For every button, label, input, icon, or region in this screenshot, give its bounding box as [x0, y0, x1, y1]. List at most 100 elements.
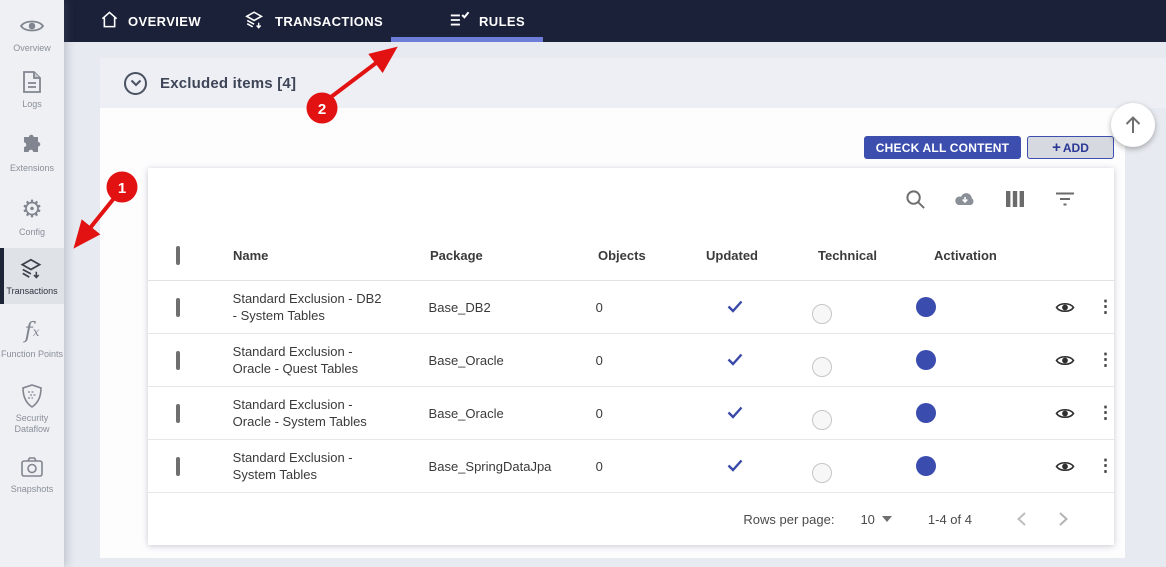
top-tab-bar: OVERVIEW TRANSACTIONS RULES: [64, 0, 1166, 42]
cell-objects: 0: [596, 300, 703, 315]
table-row[interactable]: Standard Exclusion - Oracle - Quest Tabl…: [148, 334, 1114, 387]
home-icon: [100, 10, 119, 32]
layers-icon: [244, 9, 266, 34]
sidebar-item-transactions[interactable]: Transactions: [0, 248, 64, 304]
pagination-range: 1-4 of 4: [928, 512, 972, 527]
checklist-icon: [448, 10, 470, 33]
eye-icon: [19, 13, 45, 39]
excluded-items-section-header: Excluded items [4]: [100, 58, 1166, 108]
kebab-menu-icon[interactable]: ⋮: [1097, 406, 1114, 420]
column-header-name: Name: [233, 248, 430, 263]
check-icon: [725, 463, 745, 478]
chevron-right-icon[interactable]: [1046, 511, 1080, 527]
sidebar-item-label: Snapshots: [11, 484, 54, 495]
filter-icon[interactable]: [1054, 188, 1076, 210]
cell-package: Base_Oracle: [429, 406, 596, 421]
check-icon: [725, 304, 745, 319]
table-row[interactable]: Standard Exclusion - System Tables Base_…: [148, 440, 1114, 493]
cloud-download-icon[interactable]: [954, 188, 976, 210]
kebab-menu-icon[interactable]: ⋮: [1097, 353, 1114, 367]
add-button-label: ADD: [1063, 141, 1089, 155]
tab-rules[interactable]: RULES: [448, 0, 525, 42]
plus-icon: +: [1052, 140, 1061, 155]
kebab-menu-icon[interactable]: ⋮: [1097, 300, 1114, 314]
tab-overview[interactable]: OVERVIEW: [100, 0, 201, 42]
tab-label: OVERVIEW: [128, 14, 201, 29]
sidebar-item-snapshots[interactable]: Snapshots: [0, 444, 64, 504]
sidebar-item-logs[interactable]: Logs: [0, 58, 64, 120]
sidebar-item-label: Transactions: [6, 286, 57, 297]
column-header-activation: Activation: [934, 248, 1054, 263]
eye-icon[interactable]: [1055, 406, 1075, 420]
left-sidebar: Overview Logs Extensions ⚙ Config: [0, 0, 64, 567]
sidebar-item-label: Security Dataflow: [0, 413, 64, 435]
excluded-items-table-card: Name Package Objects Updated Technical A…: [148, 168, 1114, 545]
row-checkbox[interactable]: [176, 457, 180, 476]
chevron-left-icon[interactable]: [1004, 511, 1038, 527]
rows-per-page-value: 10: [860, 512, 874, 527]
sidebar-item-function-points[interactable]: fx Function Points: [0, 304, 64, 374]
search-icon[interactable]: [904, 188, 926, 210]
kebab-menu-icon[interactable]: ⋮: [1097, 459, 1114, 473]
sidebar-item-config[interactable]: ⚙ Config: [0, 186, 64, 248]
add-button[interactable]: + ADD: [1027, 136, 1114, 159]
tab-transactions[interactable]: TRANSACTIONS: [244, 0, 383, 42]
cell-name: Standard Exclusion - DB2 - System Tables: [233, 290, 383, 324]
column-header-technical: Technical: [818, 248, 934, 263]
arrow-up-icon: [1123, 114, 1143, 136]
table-row[interactable]: Standard Exclusion - Oracle - System Tab…: [148, 387, 1114, 440]
select-all-checkbox[interactable]: [176, 246, 180, 265]
sidebar-item-label: Config: [19, 227, 45, 238]
rows-per-page-label: Rows per page:: [743, 512, 834, 527]
cell-objects: 0: [596, 353, 703, 368]
table-pagination: Rows per page: 10 1-4 of 4: [148, 493, 1114, 545]
sidebar-item-label: Function Points: [1, 349, 63, 360]
caret-down-icon: [882, 516, 892, 522]
scroll-to-top-button[interactable]: [1111, 103, 1155, 147]
app-window: OVERVIEW TRANSACTIONS RULES: [0, 0, 1166, 567]
cell-name: Standard Exclusion - System Tables: [233, 449, 383, 483]
sidebar-item-extensions[interactable]: Extensions: [0, 120, 64, 186]
row-checkbox[interactable]: [176, 404, 180, 423]
eye-icon[interactable]: [1055, 353, 1075, 367]
cell-name: Standard Exclusion - Oracle - Quest Tabl…: [233, 343, 383, 377]
table-row[interactable]: Standard Exclusion - DB2 - System Tables…: [148, 281, 1114, 334]
column-header-package: Package: [430, 248, 598, 263]
row-checkbox[interactable]: [176, 298, 180, 317]
section-title: Excluded items [4]: [160, 75, 296, 92]
cell-objects: 0: [596, 459, 703, 474]
shield-icon: [19, 383, 45, 409]
tab-label: TRANSACTIONS: [275, 14, 383, 29]
sidebar-item-label: Logs: [22, 99, 42, 110]
cell-package: Base_DB2: [429, 300, 596, 315]
active-tab-indicator: [391, 37, 543, 42]
sidebar-item-overview[interactable]: Overview: [0, 8, 64, 58]
eye-icon[interactable]: [1055, 459, 1075, 473]
check-icon: [725, 410, 745, 425]
cell-package: Base_Oracle: [429, 353, 596, 368]
camera-icon: [19, 454, 45, 480]
check-icon: [725, 357, 745, 372]
chevron-down-circle-icon[interactable]: [124, 72, 147, 95]
cell-objects: 0: [596, 406, 703, 421]
column-header-objects: Objects: [598, 248, 706, 263]
table-toolbar: [148, 168, 1114, 230]
puzzle-icon: [19, 133, 45, 159]
table-header-row: Name Package Objects Updated Technical A…: [148, 230, 1114, 281]
row-checkbox[interactable]: [176, 351, 180, 370]
columns-icon[interactable]: [1004, 188, 1026, 210]
rows-per-page-select[interactable]: 10: [860, 512, 891, 527]
cell-package: Base_SpringDataJpa: [429, 459, 596, 474]
sidebar-item-label: Overview: [13, 43, 51, 54]
cell-name: Standard Exclusion - Oracle - System Tab…: [233, 396, 383, 430]
eye-icon[interactable]: [1055, 300, 1075, 314]
column-header-updated: Updated: [706, 248, 818, 263]
tab-label: RULES: [479, 14, 525, 29]
document-icon: [19, 69, 45, 95]
sidebar-item-security-dataflow[interactable]: Security Dataflow: [0, 374, 64, 444]
gear-icon: ⚙: [19, 197, 45, 223]
fx-icon: fx: [19, 319, 45, 345]
layers-down-icon: [19, 256, 45, 282]
sidebar-item-label: Extensions: [10, 163, 54, 174]
check-all-content-button[interactable]: CHECK ALL CONTENT: [864, 136, 1021, 159]
